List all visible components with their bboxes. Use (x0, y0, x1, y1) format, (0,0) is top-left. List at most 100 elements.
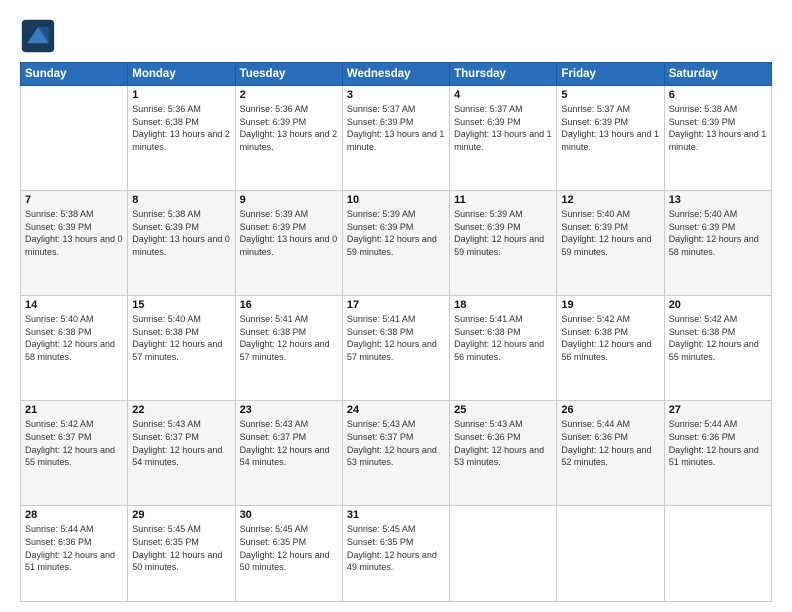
table-row: 12 Sunrise: 5:40 AMSunset: 6:39 PMDayligh… (557, 191, 664, 296)
calendar-week-row: 1 Sunrise: 5:36 AMSunset: 6:38 PMDaylight… (21, 86, 772, 191)
table-row: 1 Sunrise: 5:36 AMSunset: 6:38 PMDaylight… (128, 86, 235, 191)
table-row: 17 Sunrise: 5:41 AMSunset: 6:38 PMDayligh… (342, 296, 449, 401)
day-info: Sunrise: 5:43 AMSunset: 6:37 PMDaylight:… (240, 418, 338, 468)
day-info: Sunrise: 5:37 AMSunset: 6:39 PMDaylight:… (454, 103, 552, 153)
day-number: 26 (561, 404, 659, 416)
day-info: Sunrise: 5:42 AMSunset: 6:37 PMDaylight:… (25, 418, 123, 468)
day-number: 25 (454, 404, 552, 416)
day-number: 2 (240, 89, 338, 101)
table-row: 4 Sunrise: 5:37 AMSunset: 6:39 PMDaylight… (450, 86, 557, 191)
day-number: 12 (561, 194, 659, 206)
day-info: Sunrise: 5:44 AMSunset: 6:36 PMDaylight:… (25, 523, 123, 573)
day-info: Sunrise: 5:39 AMSunset: 6:39 PMDaylight:… (454, 208, 552, 258)
day-number: 19 (561, 299, 659, 311)
day-number: 28 (25, 509, 123, 521)
table-row: 19 Sunrise: 5:42 AMSunset: 6:38 PMDayligh… (557, 296, 664, 401)
day-info: Sunrise: 5:43 AMSunset: 6:36 PMDaylight:… (454, 418, 552, 468)
col-tuesday: Tuesday (235, 63, 342, 86)
day-number: 8 (132, 194, 230, 206)
day-info: Sunrise: 5:40 AMSunset: 6:38 PMDaylight:… (132, 313, 230, 363)
col-friday: Friday (557, 63, 664, 86)
day-number: 13 (669, 194, 767, 206)
day-number: 1 (132, 89, 230, 101)
day-number: 24 (347, 404, 445, 416)
table-row: 7 Sunrise: 5:38 AMSunset: 6:39 PMDaylight… (21, 191, 128, 296)
day-number: 3 (347, 89, 445, 101)
day-info: Sunrise: 5:42 AMSunset: 6:38 PMDaylight:… (669, 313, 767, 363)
calendar-week-row: 21 Sunrise: 5:42 AMSunset: 6:37 PMDayligh… (21, 401, 772, 506)
col-thursday: Thursday (450, 63, 557, 86)
day-number: 23 (240, 404, 338, 416)
logo (20, 18, 60, 54)
day-info: Sunrise: 5:45 AMSunset: 6:35 PMDaylight:… (132, 523, 230, 573)
col-monday: Monday (128, 63, 235, 86)
day-info: Sunrise: 5:44 AMSunset: 6:36 PMDaylight:… (561, 418, 659, 468)
day-info: Sunrise: 5:43 AMSunset: 6:37 PMDaylight:… (347, 418, 445, 468)
day-info: Sunrise: 5:41 AMSunset: 6:38 PMDaylight:… (347, 313, 445, 363)
day-info: Sunrise: 5:38 AMSunset: 6:39 PMDaylight:… (132, 208, 230, 258)
day-info: Sunrise: 5:39 AMSunset: 6:39 PMDaylight:… (347, 208, 445, 258)
day-info: Sunrise: 5:45 AMSunset: 6:35 PMDaylight:… (240, 523, 338, 573)
day-info: Sunrise: 5:41 AMSunset: 6:38 PMDaylight:… (454, 313, 552, 363)
day-info: Sunrise: 5:40 AMSunset: 6:39 PMDaylight:… (669, 208, 767, 258)
day-info: Sunrise: 5:38 AMSunset: 6:39 PMDaylight:… (25, 208, 123, 258)
table-row: 16Sunrise: 5:41 AMSunset: 6:38 PMDayligh… (235, 296, 342, 401)
day-info: Sunrise: 5:36 AMSunset: 6:39 PMDaylight:… (240, 103, 338, 153)
day-number: 4 (454, 89, 552, 101)
table-row: 8 Sunrise: 5:38 AMSunset: 6:39 PMDaylight… (128, 191, 235, 296)
table-row: 6Sunrise: 5:38 AMSunset: 6:39 PMDaylight… (664, 86, 771, 191)
col-wednesday: Wednesday (342, 63, 449, 86)
calendar-week-row: 7 Sunrise: 5:38 AMSunset: 6:39 PMDaylight… (21, 191, 772, 296)
table-row (664, 506, 771, 602)
day-info: Sunrise: 5:44 AMSunset: 6:36 PMDaylight:… (669, 418, 767, 468)
table-row: 9Sunrise: 5:39 AMSunset: 6:39 PMDaylight… (235, 191, 342, 296)
day-number: 21 (25, 404, 123, 416)
day-number: 17 (347, 299, 445, 311)
table-row: 25 Sunrise: 5:43 AMSunset: 6:36 PMDayligh… (450, 401, 557, 506)
header (20, 18, 772, 54)
table-row: 14 Sunrise: 5:40 AMSunset: 6:38 PMDayligh… (21, 296, 128, 401)
table-row: 10 Sunrise: 5:39 AMSunset: 6:39 PMDayligh… (342, 191, 449, 296)
day-info: Sunrise: 5:37 AMSunset: 6:39 PMDaylight:… (347, 103, 445, 153)
day-info: Sunrise: 5:41 AMSunset: 6:38 PMDaylight:… (240, 313, 338, 363)
day-number: 14 (25, 299, 123, 311)
day-info: Sunrise: 5:43 AMSunset: 6:37 PMDaylight:… (132, 418, 230, 468)
logo-icon (20, 18, 56, 54)
table-row: 13 Sunrise: 5:40 AMSunset: 6:39 PMDayligh… (664, 191, 771, 296)
table-row: 5 Sunrise: 5:37 AMSunset: 6:39 PMDaylight… (557, 86, 664, 191)
table-row: 26 Sunrise: 5:44 AMSunset: 6:36 PMDayligh… (557, 401, 664, 506)
table-row: 2 Sunrise: 5:36 AMSunset: 6:39 PMDaylight… (235, 86, 342, 191)
table-row (557, 506, 664, 602)
table-row: 23 Sunrise: 5:43 AMSunset: 6:37 PMDayligh… (235, 401, 342, 506)
day-info: Sunrise: 5:40 AMSunset: 6:38 PMDaylight:… (25, 313, 123, 363)
day-info: Sunrise: 5:37 AMSunset: 6:39 PMDaylight:… (561, 103, 659, 153)
calendar-header-row: Sunday Monday Tuesday Wednesday Thursday… (21, 63, 772, 86)
table-row: 11 Sunrise: 5:39 AMSunset: 6:39 PMDayligh… (450, 191, 557, 296)
day-number: 7 (25, 194, 123, 206)
day-number: 22 (132, 404, 230, 416)
table-row: 21 Sunrise: 5:42 AMSunset: 6:37 PMDayligh… (21, 401, 128, 506)
day-info: Sunrise: 5:36 AMSunset: 6:38 PMDaylight:… (132, 103, 230, 153)
table-row: 20Sunrise: 5:42 AMSunset: 6:38 PMDayligh… (664, 296, 771, 401)
table-row: 28 Sunrise: 5:44 AMSunset: 6:36 PMDayligh… (21, 506, 128, 602)
day-number: 6 (669, 89, 767, 101)
day-number: 10 (347, 194, 445, 206)
day-info: Sunrise: 5:40 AMSunset: 6:39 PMDaylight:… (561, 208, 659, 258)
table-row: 27 Sunrise: 5:44 AMSunset: 6:36 PMDayligh… (664, 401, 771, 506)
table-row (21, 86, 128, 191)
calendar-week-row: 28 Sunrise: 5:44 AMSunset: 6:36 PMDayligh… (21, 506, 772, 602)
day-number: 27 (669, 404, 767, 416)
table-row: 31Sunrise: 5:45 AMSunset: 6:35 PMDayligh… (342, 506, 449, 602)
day-info: Sunrise: 5:45 AMSunset: 6:35 PMDaylight:… (347, 523, 445, 573)
page: Sunday Monday Tuesday Wednesday Thursday… (0, 0, 792, 612)
day-info: Sunrise: 5:42 AMSunset: 6:38 PMDaylight:… (561, 313, 659, 363)
day-number: 11 (454, 194, 552, 206)
col-saturday: Saturday (664, 63, 771, 86)
calendar-week-row: 14 Sunrise: 5:40 AMSunset: 6:38 PMDayligh… (21, 296, 772, 401)
day-number: 18 (454, 299, 552, 311)
table-row: 15Sunrise: 5:40 AMSunset: 6:38 PMDayligh… (128, 296, 235, 401)
table-row: 24 Sunrise: 5:43 AMSunset: 6:37 PMDayligh… (342, 401, 449, 506)
table-row: 30Sunrise: 5:45 AMSunset: 6:35 PMDayligh… (235, 506, 342, 602)
table-row: 29Sunrise: 5:45 AMSunset: 6:35 PMDayligh… (128, 506, 235, 602)
day-number: 5 (561, 89, 659, 101)
